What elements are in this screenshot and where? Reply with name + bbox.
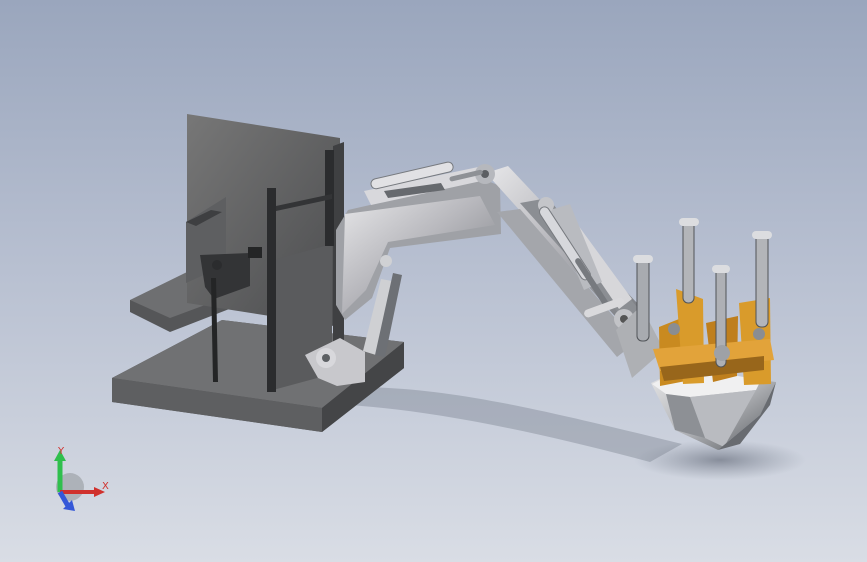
bucket-grab-assembly	[616, 218, 776, 450]
y-axis-label: Y	[57, 446, 65, 457]
arm-shadow	[348, 387, 682, 462]
x-axis-label: X	[102, 481, 109, 492]
coordinate-axes-icon: X Y	[54, 446, 109, 511]
excavator-model	[112, 114, 806, 480]
boom-and-arm	[305, 164, 646, 386]
cad-viewport[interactable]: X Y	[0, 0, 867, 562]
